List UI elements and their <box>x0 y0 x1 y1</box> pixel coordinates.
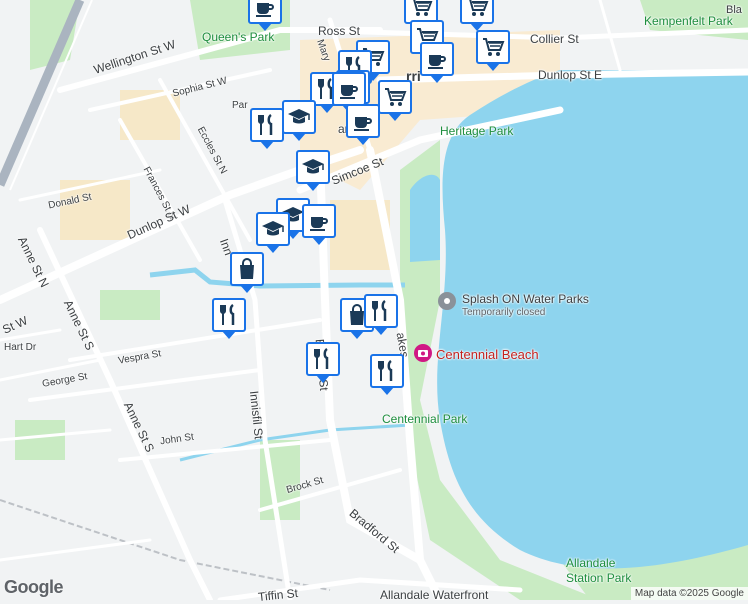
label-queens-park[interactable]: Queen's Park <box>202 30 274 44</box>
shopping-cart-icon <box>382 84 408 110</box>
map-attribution[interactable]: Map data ©2025 Google <box>630 587 748 600</box>
map-pin-coffee[interactable] <box>346 104 380 145</box>
map-pin-school[interactable] <box>296 150 330 191</box>
splash-on-icon[interactable] <box>438 292 456 310</box>
school-icon <box>286 104 312 130</box>
school-icon <box>300 154 326 180</box>
school-icon <box>260 216 286 242</box>
label-allandale-2[interactable]: Station Park <box>566 571 631 585</box>
map-pin-restaurant[interactable] <box>250 108 284 149</box>
label-splash-on-status: Temporarily closed <box>462 307 546 318</box>
map-pin-coffee[interactable] <box>332 72 366 113</box>
map-pin-restaurant[interactable] <box>212 298 246 339</box>
restaurant-icon <box>254 112 280 138</box>
park-small-3 <box>15 420 65 460</box>
label-centennial-beach[interactable]: Centennial Beach <box>436 347 539 362</box>
map-pin-shopping-cart[interactable] <box>460 0 494 31</box>
label-splash-on[interactable]: Splash ON Water Parks <box>462 292 589 306</box>
coffee-icon <box>306 208 332 234</box>
coffee-icon <box>424 46 450 72</box>
shopping-cart-icon <box>464 0 490 20</box>
label-par: Par <box>232 100 248 111</box>
coffee-icon <box>350 108 376 134</box>
map-pin-coffee[interactable] <box>302 204 336 245</box>
restaurant-icon <box>310 346 336 372</box>
label-collier-st: Collier St <box>530 32 579 46</box>
map-pin-shopping-cart[interactable] <box>476 30 510 71</box>
map-pin-school[interactable] <box>282 100 316 141</box>
park-small-2 <box>100 290 160 320</box>
kempenfelt-bay <box>437 70 748 569</box>
restaurant-icon <box>368 298 394 324</box>
label-dunlop-st-e: Dunlop St E <box>538 68 603 82</box>
map-pin-shopping-cart[interactable] <box>378 80 412 121</box>
label-kempenfelt-park[interactable]: Kempenfelt Park <box>644 14 733 28</box>
marina-inlet <box>410 174 440 262</box>
google-logo: Google <box>4 577 64 597</box>
map-pin-coffee[interactable] <box>420 42 454 83</box>
map-pin-restaurant[interactable] <box>306 342 340 383</box>
shopping-cart-icon <box>480 34 506 60</box>
label-allandale-1[interactable]: Allandale <box>566 556 615 570</box>
restaurant-icon <box>374 358 400 384</box>
label-heritage-park[interactable]: Heritage Park <box>440 124 513 138</box>
map-pin-coffee[interactable] <box>248 0 282 31</box>
label-centennial-park[interactable]: Centennial Park <box>382 412 467 426</box>
label-ross-st: Ross St <box>318 24 361 38</box>
coffee-icon <box>252 0 278 20</box>
label-hart-dr: Hart Dr <box>4 342 37 353</box>
coffee-icon <box>336 76 362 102</box>
shopping-bag-icon <box>234 256 260 282</box>
shopping-cart-icon <box>408 0 434 20</box>
map-pin-restaurant[interactable] <box>364 294 398 335</box>
label-tiffin-st: Tiffin St <box>257 585 299 604</box>
restaurant-icon <box>216 302 242 328</box>
map-pin-shopping-bag[interactable] <box>230 252 264 293</box>
camera-icon[interactable] <box>414 344 432 362</box>
map-pin-school[interactable] <box>256 212 290 253</box>
map-pin-restaurant[interactable] <box>370 354 404 395</box>
